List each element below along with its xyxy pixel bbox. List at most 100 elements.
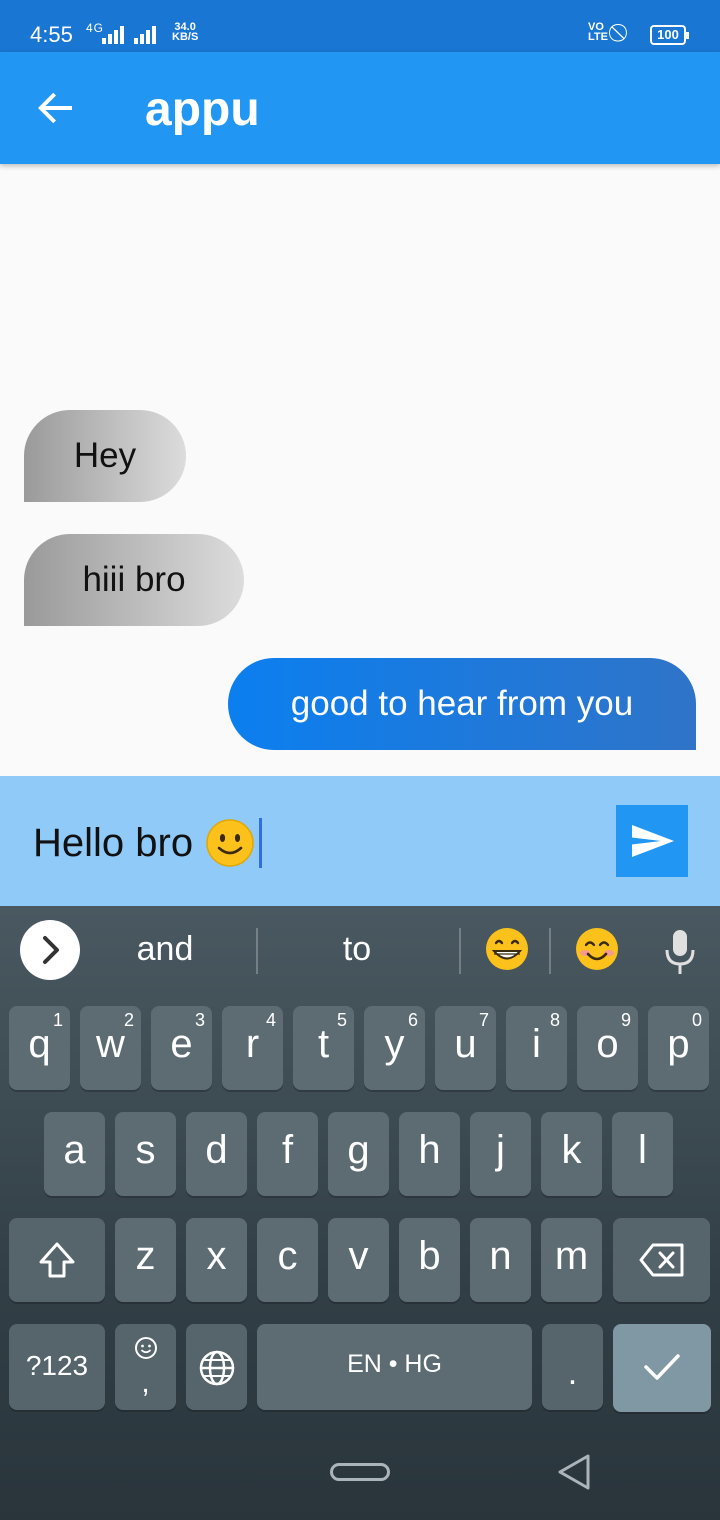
number-hint: 8 [549,1010,560,1030]
number-hint: 1 [52,1010,63,1030]
number-hint: 0 [691,1010,702,1030]
shift-key[interactable] [9,1218,105,1302]
letter-key[interactable]: r4 [222,1006,283,1090]
letter-key[interactable]: o9 [577,1006,638,1090]
letter-key-label: c [277,1234,298,1278]
letter-key[interactable]: k [541,1112,602,1196]
letter-key[interactable]: x [186,1218,247,1302]
network-speed: 34.0 KB/S [172,22,198,43]
send-button[interactable] [616,805,688,877]
space-key[interactable]: EN • HG [257,1324,532,1410]
letter-key[interactable]: l [612,1112,673,1196]
letter-key-label: m [554,1234,589,1278]
suggestion-item[interactable]: and [100,930,230,969]
letter-key[interactable]: j [470,1112,531,1196]
letter-key[interactable]: m [541,1218,602,1302]
back-button[interactable] [28,80,84,136]
letter-key-label: v [348,1234,369,1278]
period-key-label: . [567,1354,578,1392]
letter-key-label: z [135,1234,156,1278]
on-screen-keyboard: and to q1w2e3r4t5y6u7i8o9p0 a s d f ghj k l z … [0,906,720,1520]
grinning-face-icon[interactable] [484,926,530,972]
microphone-icon[interactable] [663,928,697,976]
letter-key[interactable]: s [115,1112,176,1196]
letter-key-label: d [205,1128,228,1172]
number-hint: 7 [478,1010,489,1030]
smiling-face-icon[interactable] [574,926,620,972]
home-button[interactable] [330,1463,390,1481]
backspace-icon [639,1243,684,1277]
message-input-value: Hello bro [33,820,194,865]
message-bubble-incoming: hiii bro [24,534,244,626]
letter-key-label: l [638,1128,647,1172]
battery-level: 100 [657,27,679,42]
letter-key-label: a [63,1128,86,1172]
chat-title: appu [145,83,260,136]
volte-indicator: VO LTE [588,22,608,43]
send-icon [632,825,674,857]
message-input[interactable]: Hello bro [33,818,263,868]
chevron-right-icon [43,936,59,964]
emoji-icon [135,1337,157,1359]
number-hint: 3 [194,1010,205,1030]
message-composer: Hello bro [0,776,720,906]
status-bar: 4:55 4G 34.0KB/S VOLTE ⃠ 100 [0,0,720,52]
backspace-key[interactable] [613,1218,710,1302]
suggestion-divider [256,928,258,974]
letter-key[interactable]: d [186,1112,247,1196]
system-navigation-bar [0,1430,720,1520]
letter-key[interactable]: p0 [648,1006,709,1090]
letter-key-label: f [281,1128,294,1172]
letter-key[interactable]: g [328,1112,389,1196]
letter-key[interactable]: t5 [293,1006,354,1090]
letter-key-label: s [135,1128,156,1172]
letter-key-label: x [206,1234,227,1278]
letter-key[interactable]: e3 [151,1006,212,1090]
letter-key[interactable]: a [44,1112,105,1196]
volte-bottom: LTE [588,31,608,43]
letter-key[interactable]: q1 [9,1006,70,1090]
number-hint: 5 [336,1010,347,1030]
text-cursor [259,818,263,868]
shift-icon [39,1242,75,1278]
symbols-key-label: ?123 [25,1350,89,1381]
letter-key[interactable]: h [399,1112,460,1196]
expand-toolbar-button[interactable] [20,920,80,980]
letter-key[interactable]: f [257,1112,318,1196]
suggestion-item[interactable]: to [290,930,424,969]
suggestion-divider [459,928,461,974]
letter-key[interactable]: n [470,1218,531,1302]
letter-key-label: j [496,1128,505,1172]
signal-strength-icon [134,26,156,44]
globe-icon [199,1350,235,1386]
letter-key[interactable]: y6 [364,1006,425,1090]
letter-key[interactable]: u7 [435,1006,496,1090]
slightly-smiling-face-icon [206,819,254,867]
letter-key[interactable]: c [257,1218,318,1302]
language-key[interactable] [186,1324,247,1410]
message-text: good to hear from you [290,684,634,723]
nav-back-icon[interactable] [556,1452,592,1492]
letter-key-label: n [489,1234,512,1278]
number-hint: 6 [407,1010,418,1030]
number-hint: 9 [620,1010,631,1030]
letter-key[interactable]: i8 [506,1006,567,1090]
period-key[interactable]: . [542,1324,603,1410]
space-key-label: EN • HG [347,1350,442,1378]
message-bubble-outgoing: good to hear from you [228,658,696,750]
done-key[interactable] [613,1324,711,1412]
symbols-key[interactable]: ?123 [9,1324,105,1410]
letter-key[interactable]: b [399,1218,460,1302]
letter-key-label: g [347,1128,370,1172]
comma-key[interactable]: , [115,1324,176,1410]
battery-icon: 100 [650,25,689,45]
suggestion-divider [549,928,551,974]
letter-key-label: k [561,1128,582,1172]
message-text: hiii bro [82,560,186,599]
letter-key[interactable]: v [328,1218,389,1302]
letter-key[interactable]: w2 [80,1006,141,1090]
number-hint: 4 [265,1010,276,1030]
number-hint: 2 [123,1010,134,1030]
status-time: 4:55 [30,22,73,47]
letter-key[interactable]: z [115,1218,176,1302]
